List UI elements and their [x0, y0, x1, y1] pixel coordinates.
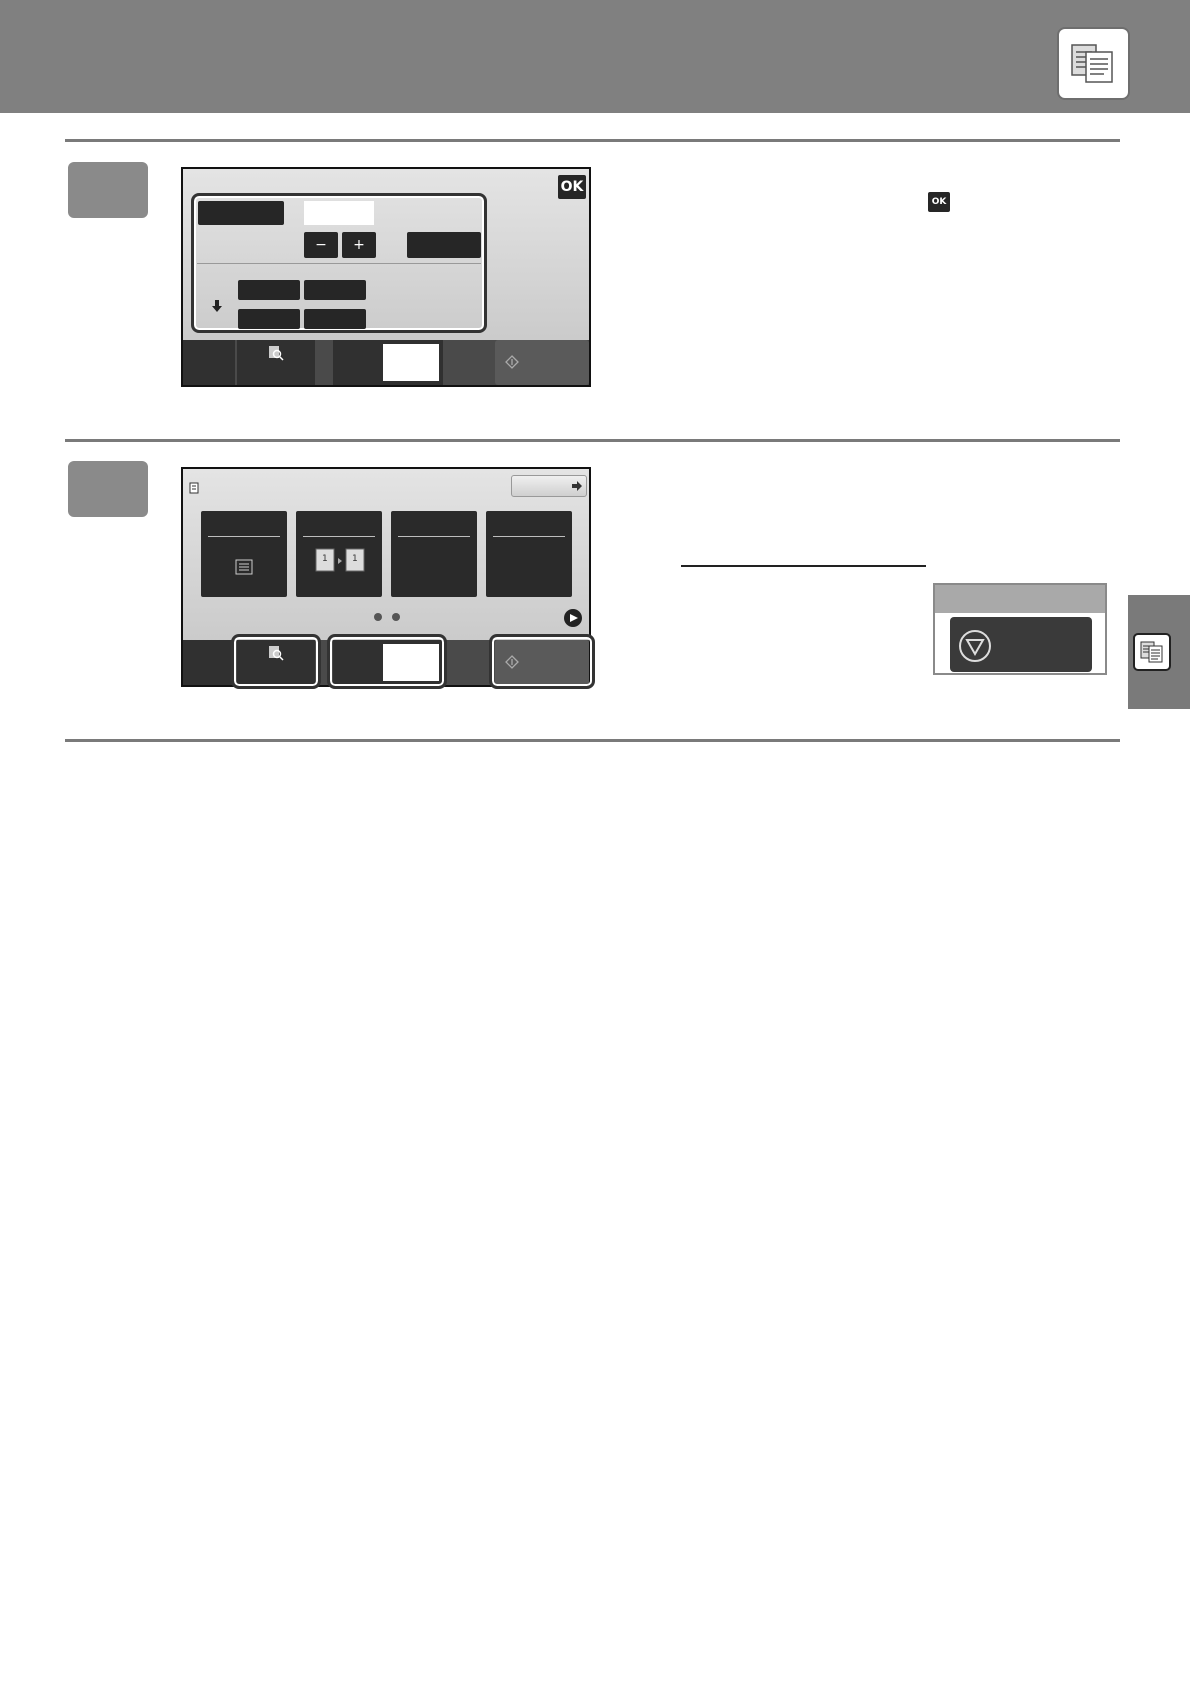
start-button[interactable]: [495, 340, 589, 385]
stop-triangle-icon: [959, 630, 991, 662]
function-tile-3[interactable]: [391, 511, 477, 597]
copies-display: [383, 344, 439, 381]
right-arrow-icon: [572, 481, 582, 491]
stop-key-panel: [933, 583, 1107, 675]
text-underline: [681, 565, 926, 567]
copy-documents-icon: [1140, 641, 1163, 663]
page-dot-1[interactable]: [374, 613, 382, 621]
option-button-1[interactable]: [238, 280, 300, 300]
tile-4-divider: [493, 536, 565, 537]
tile-1-divider: [208, 536, 280, 537]
down-arrow-icon: [212, 297, 222, 312]
play-circle-icon: [570, 614, 578, 622]
document-icon: [189, 479, 201, 498]
screen-copy-home: 1 1: [181, 467, 595, 689]
section-rule-3: [65, 739, 1120, 742]
copies-button[interactable]: [333, 340, 443, 385]
next-screen-button[interactable]: [511, 475, 587, 497]
copies-button-highlight: [327, 634, 447, 689]
page-header-bar: [0, 0, 1190, 113]
side-section-tab[interactable]: [1128, 595, 1190, 709]
tile-2-divider: [303, 536, 375, 537]
document-lines-icon: [235, 559, 253, 575]
option-button-3[interactable]: [238, 309, 300, 329]
function-tile-4[interactable]: [486, 511, 572, 597]
setting-label-block: [198, 201, 284, 225]
function-tile-1[interactable]: [201, 511, 287, 597]
bottom-seg-2-1[interactable]: [183, 640, 235, 685]
start-button-highlight: [489, 634, 595, 689]
ok-button[interactable]: OK: [558, 175, 586, 199]
function-tile-2[interactable]: 1 1: [296, 511, 382, 597]
start-diamond-icon: [505, 355, 519, 369]
bottom-seg-1[interactable]: [183, 340, 235, 385]
page-dot-2[interactable]: [392, 613, 400, 621]
minus-button[interactable]: −: [304, 232, 338, 258]
option-button-4[interactable]: [304, 309, 366, 329]
screen-settings: OK − +: [181, 167, 591, 387]
screen-bottom-bar: [183, 340, 589, 385]
setting-option-button[interactable]: [407, 232, 481, 258]
svg-text:1: 1: [322, 554, 328, 564]
section-rule-1: [65, 139, 1120, 142]
svg-text:1: 1: [352, 554, 358, 564]
section-rule-2: [65, 439, 1120, 442]
stop-button[interactable]: [950, 617, 1092, 672]
copy-documents-icon: [1071, 44, 1113, 83]
settings-divider: [197, 263, 481, 264]
setting-value-field[interactable]: [304, 201, 374, 225]
header-copy-icon-box: [1059, 29, 1128, 98]
plus-button[interactable]: +: [342, 232, 376, 258]
duplex-copy-icon: 1 1: [315, 548, 365, 572]
preview-magnifier-icon: [269, 346, 284, 361]
preview-button[interactable]: [237, 340, 315, 385]
next-page-button[interactable]: [564, 609, 582, 627]
preview-button-highlight: [231, 634, 321, 689]
inline-ok-icon: OK: [928, 192, 950, 212]
step-number-box-2: [68, 461, 148, 517]
step-number-box-1: [68, 162, 148, 218]
side-tab-icon-box: [1133, 633, 1171, 671]
tile-3-divider: [398, 536, 470, 537]
option-button-2[interactable]: [304, 280, 366, 300]
stop-panel-top-band: [935, 585, 1105, 613]
